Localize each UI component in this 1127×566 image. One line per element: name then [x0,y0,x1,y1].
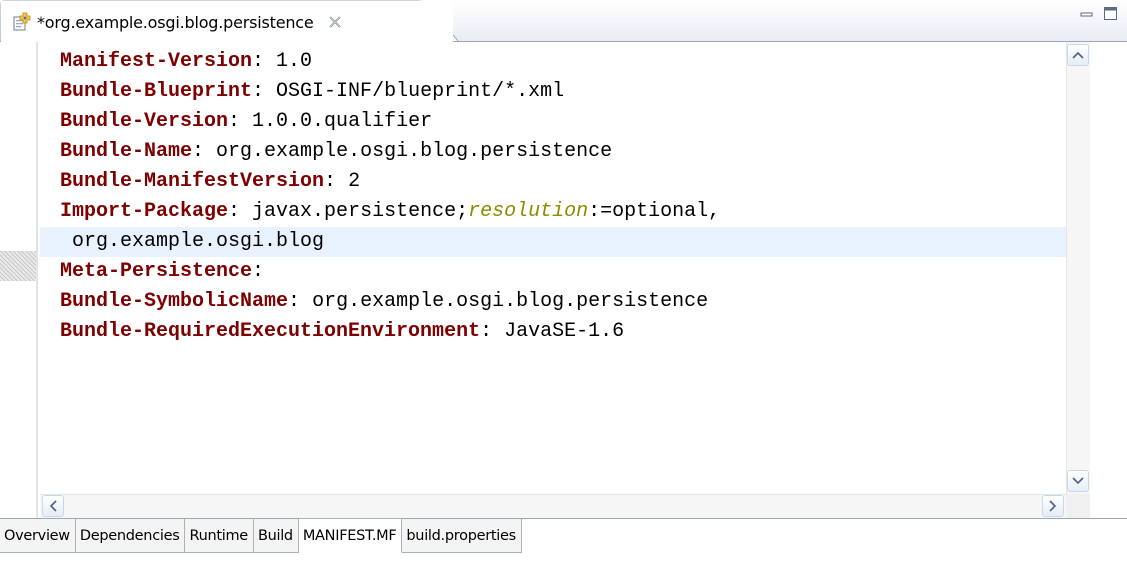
manifest-header-key: Bundle-RequiredExecutionEnvironment [60,320,481,343]
manifest-attribute-name: resolution [468,200,589,223]
manifest-header-value: JavaSE-1.6 [504,320,625,343]
maximize-icon[interactable] [1103,6,1119,22]
editor-body: Manifest-Version: 1.0 Bundle-Blueprint: … [0,42,1127,518]
manifest-separator: : [252,50,277,73]
minimize-icon[interactable] [1079,6,1095,22]
manifest-line: Bundle-Blueprint: OSGI-INF/blueprint/*.x… [60,77,564,107]
manifest-header-value: 1.0.0.qualifier [252,110,433,133]
form-page-tabs: Overview Dependencies Runtime Build MANI… [0,518,1127,566]
current-line-ruler-marker [0,251,36,281]
right-margin [1090,42,1127,518]
manifest-header-value: 1.0 [276,50,313,73]
manifest-header-key: Bundle-ManifestVersion [60,170,325,193]
manifest-line: Import-Package: javax.persistence;resolu… [60,197,720,227]
left-ruler [0,42,40,518]
chevron-down-icon [1072,477,1084,485]
manifest-header-key: Import-Package [60,200,229,223]
manifest-separator: : [228,110,253,133]
manifest-attribute-value: :=optional, [588,200,721,223]
manifest-continuation: org.example.osgi.blog [60,230,325,253]
manifest-separator: : [192,140,217,163]
tab-build[interactable]: Build [253,519,299,553]
manifest-header-key: Bundle-Name [60,140,193,163]
scrollbar-corner [1066,494,1090,518]
tab-build-properties[interactable]: build.properties [402,519,522,553]
manifest-line: Bundle-Version: 1.0.0.qualifier [60,107,432,137]
manifest-line-current: org.example.osgi.blog [40,227,1066,257]
editor-tab-strip: *org.example.osgi.blog.persistence [0,0,1127,42]
editor-tab-manifest[interactable]: *org.example.osgi.blog.persistence [1,1,453,42]
editor-tab-title: *org.example.osgi.blog.persistence [37,12,314,32]
manifest-separator: : [288,290,313,313]
manifest-header-value: 2 [348,170,361,193]
manifest-editor: *org.example.osgi.blog.persistence Manif… [0,0,1127,566]
scroll-left-button[interactable] [42,495,64,517]
manifest-separator: : [480,320,505,343]
chevron-up-icon [1072,51,1084,59]
manifest-header-value: OSGI-INF/blueprint/*.xml [276,80,565,103]
ruler-divider [36,42,38,518]
manifest-line: Bundle-SymbolicName: org.example.osgi.bl… [60,287,708,317]
manifest-separator: : [252,260,265,283]
manifest-header-value: org.example.osgi.blog.persistence [312,290,709,313]
close-icon[interactable] [326,13,344,31]
scroll-right-button[interactable] [1042,495,1064,517]
manifest-line: Manifest-Version: 1.0 [60,47,312,77]
manifest-line: Bundle-Name: org.example.osgi.blog.persi… [60,137,612,167]
manifest-line: Meta-Persistence: [60,257,264,287]
vertical-scrollbar[interactable] [1066,42,1090,494]
manifest-header-key: Meta-Persistence [60,260,253,283]
manifest-header-value: javax.persistence; [252,200,469,223]
manifest-header-key: Bundle-Version [60,110,229,133]
scroll-down-button[interactable] [1067,470,1089,492]
page-tabs-row: Overview Dependencies Runtime Build MANI… [0,518,522,553]
tab-manifest-mf[interactable]: MANIFEST.MF [298,518,403,553]
manifest-line: Bundle-ManifestVersion: 2 [60,167,360,197]
manifest-line: Bundle-RequiredExecutionEnvironment: Jav… [60,317,624,347]
manifest-header-value: org.example.osgi.blog.persistence [216,140,613,163]
manifest-separator: : [228,200,253,223]
chevron-left-icon [49,500,57,512]
manifest-text-area[interactable]: Manifest-Version: 1.0 Bundle-Blueprint: … [40,42,1066,494]
view-controls [1079,6,1119,22]
manifest-header-key: Manifest-Version [60,50,253,73]
tab-overview[interactable]: Overview [0,519,76,553]
manifest-header-key: Bundle-Blueprint [60,80,253,103]
manifest-separator: : [324,170,349,193]
manifest-separator: : [252,80,277,103]
manifest-header-key: Bundle-SymbolicName [60,290,289,313]
plugin-manifest-icon [11,11,33,33]
horizontal-scrollbar[interactable] [40,494,1066,518]
tab-dependencies[interactable]: Dependencies [75,519,186,553]
scroll-up-button[interactable] [1067,44,1089,66]
tab-runtime[interactable]: Runtime [185,519,254,553]
chevron-right-icon [1049,500,1057,512]
